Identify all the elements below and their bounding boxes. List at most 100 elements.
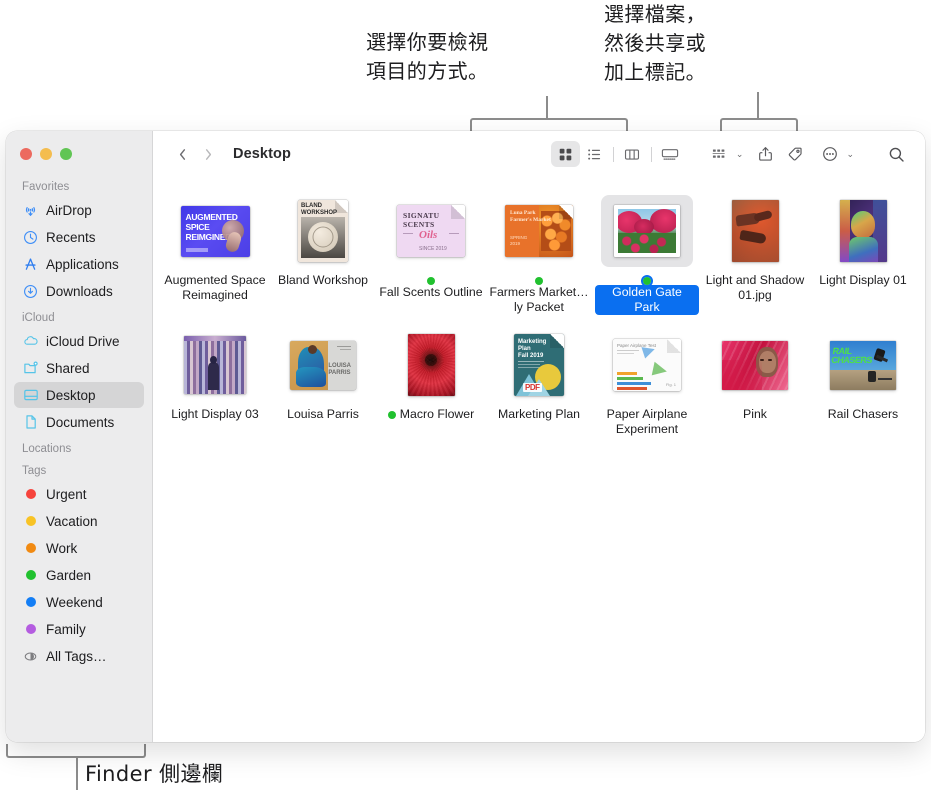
file-label[interactable]: Farmers Market…ly Packet — [487, 273, 591, 315]
gallery-view-button[interactable] — [656, 141, 685, 167]
callout-stem-sidebar — [76, 756, 78, 790]
file-item[interactable]: Light Display 01 — [809, 191, 917, 315]
file-item[interactable]: BLAND WORKSHOP Bland Workshop — [269, 191, 377, 315]
icon-view-button[interactable] — [550, 141, 580, 167]
file-label[interactable]: Louisa Parris — [287, 407, 359, 422]
sidebar-item-tag-garden[interactable]: Garden — [14, 562, 144, 588]
tag-dot-icon — [535, 277, 543, 285]
sidebar-item-label: Weekend — [46, 594, 103, 610]
file-label[interactable]: Pink — [743, 407, 767, 422]
sidebar-item-tag-urgent[interactable]: Urgent — [14, 481, 144, 507]
sidebar-item-label: Vacation — [46, 513, 98, 529]
file-item[interactable]: Marketing Plan Fall 2019 PDF Marketing P… — [485, 325, 593, 437]
file-thumbnail[interactable]: Luna Park Farmer's Market SPRING 2019 — [493, 195, 585, 267]
sidebar-item-applications[interactable]: Applications — [14, 251, 144, 277]
file-thumbnail[interactable] — [601, 195, 693, 267]
sidebar-item-documents[interactable]: Documents — [14, 409, 144, 435]
sidebar-item-airdrop[interactable]: AirDrop — [14, 197, 144, 223]
group-by-control[interactable]: ⌄ — [705, 141, 744, 167]
sidebar-item-recents[interactable]: Recents — [14, 224, 144, 250]
sidebar-item-shared[interactable]: Shared — [14, 355, 144, 381]
file-item-selected[interactable]: Golden Gate Park — [593, 191, 701, 315]
file-label[interactable]: Light Display 01 — [819, 273, 907, 288]
window-controls[interactable] — [6, 139, 152, 174]
file-thumbnail[interactable]: SIGNATU SCENTS Oils SINCE 2019 — [385, 195, 477, 267]
file-item[interactable]: SIGNATU SCENTS Oils SINCE 2019 Fall Scent… — [377, 191, 485, 315]
file-thumbnail[interactable]: AUGMENTED SPICE REIMGINED — [169, 195, 261, 267]
sidebar-item-downloads[interactable]: Downloads — [14, 278, 144, 304]
callout-bracket-view-modes — [470, 118, 628, 132]
file-name: Farmers Market…ly Packet — [489, 285, 589, 314]
callout-bracket-share-tag — [720, 118, 798, 132]
search-button[interactable] — [882, 141, 911, 167]
callout-view-modes-text: 選擇你要檢視 項目的方式。 — [366, 30, 489, 83]
file-label[interactable]: Fall Scents Outline — [379, 273, 483, 300]
sidebar-item-icloud-drive[interactable]: iCloud Drive — [14, 328, 144, 354]
file-item[interactable]: Pink — [701, 325, 809, 437]
desktop-icon — [22, 387, 39, 404]
zoom-button[interactable] — [60, 148, 72, 160]
file-thumbnail[interactable] — [817, 195, 909, 267]
back-button[interactable] — [169, 141, 195, 167]
tag-button[interactable] — [780, 141, 809, 167]
file-item[interactable]: Macro Flower — [377, 325, 485, 437]
file-label[interactable]: Marketing Plan — [498, 407, 580, 422]
file-label[interactable]: Bland Workshop — [278, 273, 368, 288]
chevron-down-icon[interactable]: ⌄ — [736, 149, 744, 160]
file-label[interactable]: Paper Airplane Experiment — [595, 407, 699, 437]
file-label[interactable]: Light and Shadow 01.jpg — [703, 273, 807, 303]
finder-window: Favorites AirDrop Recents Applications D… — [6, 131, 925, 742]
group-by-icon[interactable] — [705, 141, 734, 167]
minimize-button[interactable] — [40, 148, 52, 160]
sidebar-item-tag-vacation[interactable]: Vacation — [14, 508, 144, 534]
sidebar-section-icloud: iCloud — [22, 312, 55, 324]
file-label[interactable]: Golden Gate Park — [595, 273, 699, 315]
file-label[interactable]: Rail Chasers — [828, 407, 898, 422]
sidebar-item-desktop[interactable]: Desktop — [14, 382, 144, 408]
sidebar-item-label: Urgent — [46, 486, 87, 502]
finder-toolbar: Desktop ⌄ ⌄ — [153, 131, 925, 177]
file-thumbnail[interactable]: Paper Airplane Test Fig. 1 — [601, 329, 693, 401]
file-name: Fall Scents Outline — [379, 285, 483, 299]
share-button[interactable] — [751, 141, 780, 167]
file-item[interactable]: RAIL CHASERS Rail Chasers — [809, 325, 917, 437]
tag-dot-icon — [22, 621, 39, 638]
file-item[interactable]: Light Display 03 — [161, 325, 269, 437]
file-thumbnail[interactable] — [709, 329, 801, 401]
column-view-button[interactable] — [618, 141, 647, 167]
more-actions-control[interactable]: ⌄ — [815, 141, 854, 167]
sidebar-item-tag-work[interactable]: Work — [14, 535, 144, 561]
file-thumbnail[interactable]: Marketing Plan Fall 2019 PDF — [493, 329, 585, 401]
file-item[interactable]: Luna Park Farmer's Market SPRING 2019 Farm… — [485, 191, 593, 315]
finder-sidebar: Favorites AirDrop Recents Applications D… — [6, 131, 153, 742]
document-icon — [22, 414, 39, 431]
file-item[interactable]: AUGMENTED SPICE REIMGINED Augmented Space … — [161, 191, 269, 315]
more-actions-icon[interactable] — [815, 141, 844, 167]
cloud-icon — [22, 333, 39, 350]
file-item[interactable]: Paper Airplane Test Fig. 1 Paper Airplan… — [593, 325, 701, 437]
file-item[interactable]: Light and Shadow 01.jpg — [701, 191, 809, 315]
sidebar-item-tag-family[interactable]: Family — [14, 616, 144, 642]
file-thumbnail[interactable] — [385, 329, 477, 401]
sidebar-item-tag-weekend[interactable]: Weekend — [14, 589, 144, 615]
forward-button[interactable] — [195, 141, 221, 167]
file-thumbnail[interactable]: BLAND WORKSHOP — [277, 195, 369, 267]
file-label[interactable]: Augmented Space Reimagined — [163, 273, 267, 303]
file-item[interactable]: LOUISA PARRIS Louisa Parris — [269, 325, 377, 437]
file-thumbnail[interactable]: RAIL CHASERS — [817, 329, 909, 401]
sidebar-item-all-tags[interactable]: All Tags… — [14, 643, 144, 669]
all-tags-icon — [22, 648, 39, 665]
file-thumbnail[interactable] — [169, 329, 261, 401]
file-label[interactable]: Light Display 03 — [171, 407, 259, 422]
file-name: Rail Chasers — [827, 407, 899, 421]
file-label[interactable]: Macro Flower — [387, 407, 474, 422]
file-name: Louisa Parris — [287, 407, 359, 421]
file-thumbnail[interactable]: LOUISA PARRIS — [277, 329, 369, 401]
list-view-button[interactable] — [580, 141, 609, 167]
file-thumbnail[interactable] — [709, 195, 801, 267]
sidebar-item-label: Documents — [46, 414, 115, 430]
close-button[interactable] — [20, 148, 32, 160]
tag-dot-icon — [22, 567, 39, 584]
breadcrumb-path-title[interactable]: Desktop — [233, 146, 291, 162]
chevron-down-icon[interactable]: ⌄ — [846, 149, 854, 160]
